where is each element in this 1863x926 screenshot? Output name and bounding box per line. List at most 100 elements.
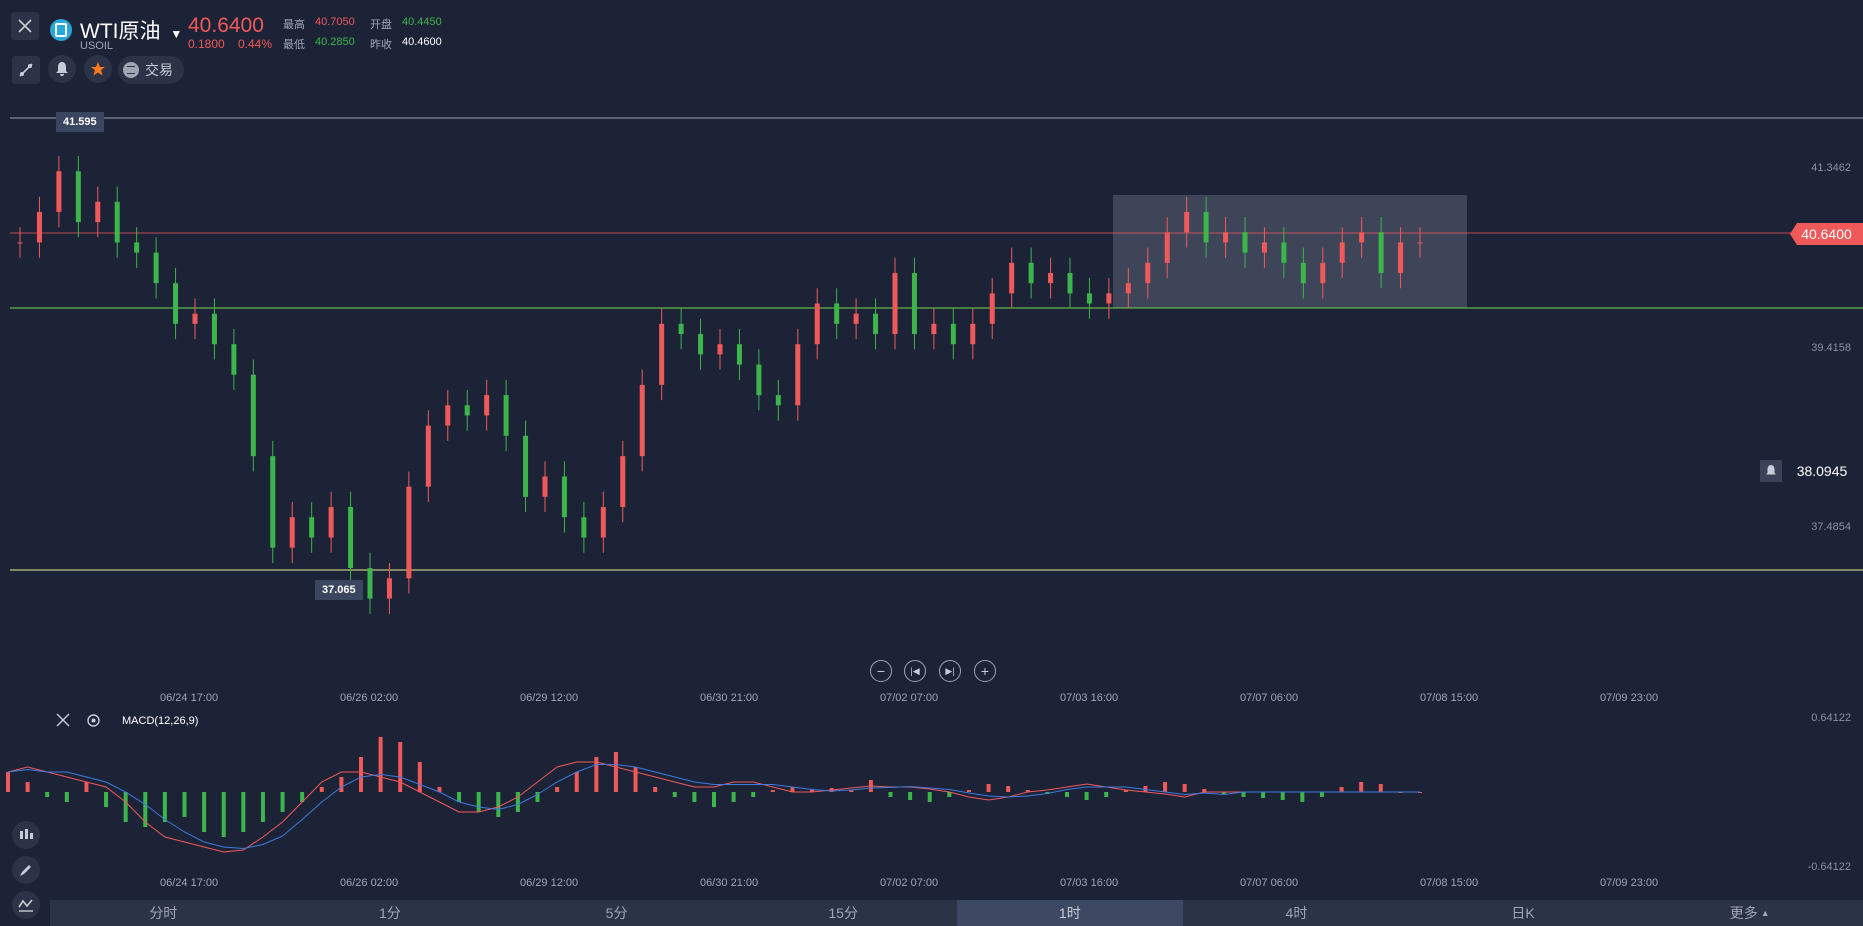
- macd-bar: [574, 772, 579, 792]
- close-icon: [18, 19, 32, 33]
- macd-bar: [1065, 792, 1069, 797]
- macd-bar: [1319, 792, 1324, 797]
- favorite-button[interactable]: [84, 55, 112, 83]
- candle-body: [425, 425, 431, 487]
- candle-body: [911, 272, 917, 335]
- alert-value: 38.0945: [1782, 460, 1862, 482]
- candle-body: [1145, 262, 1151, 284]
- candle-body: [1164, 232, 1170, 263]
- candle-body: [1223, 232, 1229, 243]
- macd-bar: [319, 787, 324, 792]
- macd-bar: [712, 792, 716, 807]
- macd-bar: [202, 792, 207, 832]
- close-icon: [56, 713, 70, 727]
- candle-body: [1184, 211, 1190, 233]
- minus-icon: −: [876, 663, 886, 679]
- macd-label: MACD(12,26,9): [122, 715, 199, 727]
- chart-type-button[interactable]: [12, 821, 40, 849]
- macd-bar: [45, 792, 50, 797]
- macd-time-tick: 07/07 06:00: [1240, 877, 1299, 889]
- candle-body: [659, 323, 665, 385]
- zoom-in-button[interactable]: +: [974, 660, 996, 682]
- price-time-tick: 07/08 15:00: [1420, 692, 1479, 704]
- pencil-button[interactable]: [12, 856, 40, 884]
- macd-bar: [1359, 782, 1364, 792]
- candle-body: [95, 201, 101, 223]
- candle-body: [250, 374, 256, 457]
- trade-button[interactable]: 交易: [118, 56, 184, 84]
- low-value: 40.2850: [315, 36, 355, 48]
- candle-body: [503, 395, 509, 436]
- candle-body: [1009, 262, 1015, 294]
- macd-bar: [1241, 792, 1246, 797]
- price-chart[interactable]: [0, 100, 1863, 680]
- high-value: 40.7050: [315, 16, 355, 28]
- macd-bar: [182, 792, 187, 817]
- candle-body: [639, 384, 645, 457]
- macd-bar: [457, 792, 462, 802]
- macd-bar: [1006, 786, 1011, 792]
- list-icon: [123, 62, 139, 78]
- price-time-tick: 06/29 12:00: [520, 692, 579, 704]
- candle-body: [153, 252, 159, 284]
- indicator-button[interactable]: [12, 891, 40, 919]
- y-tick: 37.4854: [1811, 521, 1851, 533]
- tab-5min[interactable]: 5分: [503, 900, 730, 926]
- price-time-tick: 07/03 16:00: [1060, 692, 1119, 704]
- macd-bar: [672, 792, 677, 797]
- macd-bar: [84, 782, 89, 792]
- alert-button[interactable]: [48, 55, 76, 83]
- plus-icon: +: [980, 663, 990, 679]
- candle-body: [328, 507, 334, 538]
- candle-body: [931, 323, 937, 335]
- instrument-symbol: USOIL: [80, 40, 114, 52]
- price-alert[interactable]: 38.0945: [1760, 460, 1862, 482]
- scroll-end-button[interactable]: ▶|: [939, 660, 961, 682]
- candle-body: [386, 578, 392, 599]
- candle-body: [1417, 242, 1423, 244]
- zoom-out-button[interactable]: −: [870, 660, 892, 682]
- candle-body: [853, 313, 859, 324]
- skip-forward-icon: ▶|: [945, 665, 955, 676]
- scroll-start-button[interactable]: |◀: [904, 660, 926, 682]
- macd-bar: [986, 784, 991, 792]
- candle-body: [114, 201, 120, 243]
- tab-daily[interactable]: 日K: [1410, 900, 1637, 926]
- candle-body: [289, 517, 295, 548]
- current-price: 40.6400: [188, 14, 264, 37]
- draw-tool-button[interactable]: [12, 56, 40, 84]
- candle-body: [1378, 232, 1384, 273]
- y-tick: 39.4158: [1811, 342, 1851, 354]
- candle-body: [717, 344, 723, 355]
- price-time-tick: 07/07 06:00: [1240, 692, 1299, 704]
- macd-bar: [6, 772, 10, 792]
- candle-body: [989, 293, 995, 324]
- gear-icon: [87, 714, 100, 727]
- tab-more[interactable]: 更多 ▲: [1636, 900, 1863, 926]
- macd-bar: [751, 792, 756, 797]
- tab-1min[interactable]: 1分: [277, 900, 504, 926]
- macd-bar: [1182, 784, 1187, 792]
- open-label: 开盘: [370, 19, 392, 31]
- macd-bar: [555, 787, 560, 792]
- bell-icon: [1760, 460, 1782, 482]
- y-tick: 41.3462: [1811, 162, 1851, 174]
- low-label: 最低: [283, 39, 305, 51]
- candle-body: [795, 344, 801, 406]
- tab-4hour[interactable]: 4时: [1183, 900, 1410, 926]
- candle-body: [1339, 242, 1345, 263]
- close-button[interactable]: [11, 12, 39, 40]
- candle-body: [834, 303, 840, 324]
- more-label: 更多: [1729, 905, 1758, 921]
- line-tool-icon: [19, 63, 33, 77]
- tab-1hour[interactable]: 1时: [956, 900, 1184, 926]
- tab-15min[interactable]: 15分: [730, 900, 957, 926]
- candle-body: [1242, 232, 1248, 253]
- tab-timeshare[interactable]: 分时: [50, 900, 277, 926]
- macd-time-tick: 06/24 17:00: [160, 877, 219, 889]
- macd-bar: [398, 742, 403, 792]
- candle-body: [873, 313, 879, 335]
- price-time-tick: 07/09 23:00: [1600, 692, 1659, 704]
- macd-bar: [104, 792, 109, 807]
- candle-body: [1359, 232, 1365, 243]
